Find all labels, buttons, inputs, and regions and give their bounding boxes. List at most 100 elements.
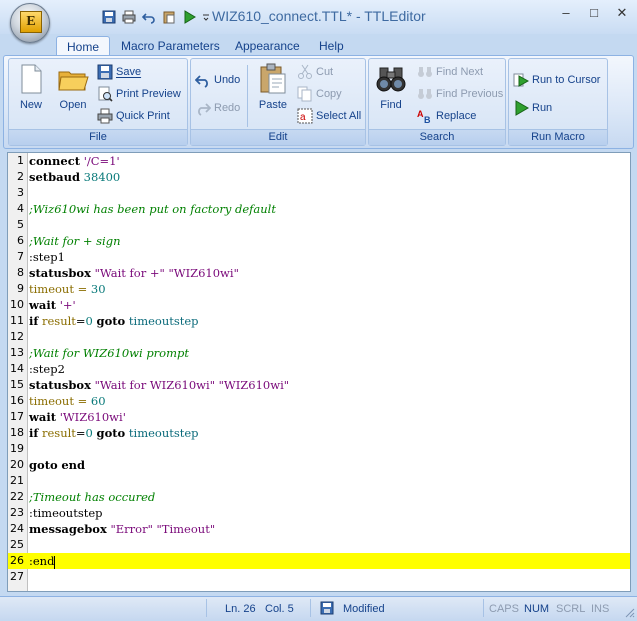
line-number: 9 [17, 282, 24, 295]
find-next-button[interactable]: Find Next [417, 63, 483, 81]
code-line[interactable]: 11 if result=0 goto timeoutstep [8, 313, 630, 329]
application-menu-button[interactable]: E [10, 3, 50, 43]
code-text: if result=0 goto timeoutstep [29, 426, 199, 440]
print-preview-button[interactable]: Print Preview [97, 85, 181, 103]
line-number: 3 [17, 186, 24, 199]
line-number: 23 [10, 506, 24, 519]
code-text: :end [29, 554, 56, 569]
code-text: timeout = 30 [29, 282, 106, 296]
line-number: 16 [10, 394, 24, 407]
code-line[interactable]: 17 wait 'WIZ610wi' [8, 409, 630, 425]
line-number: 17 [10, 410, 24, 423]
tab-home[interactable]: Home [56, 36, 111, 57]
line-number: 12 [10, 330, 24, 343]
code-text: connect '/C=1' [29, 154, 120, 168]
cut-label: Cut [316, 66, 334, 78]
tab-appearance[interactable]: Appearance [225, 36, 310, 56]
code-line[interactable]: 27 [8, 569, 630, 585]
line-number: 21 [10, 474, 24, 487]
save-button[interactable]: Save [97, 63, 141, 81]
paste-button[interactable]: Paste [253, 63, 293, 115]
binoculars-icon [375, 63, 407, 95]
code-line[interactable]: 5 [8, 217, 630, 233]
scissors-icon [297, 64, 313, 80]
file-group-title: File [9, 129, 187, 145]
save-label: Save [116, 66, 142, 78]
undo-icon [194, 72, 211, 88]
minimize-icon[interactable]: – [559, 6, 573, 20]
undo-icon[interactable] [140, 8, 158, 26]
run-button[interactable]: Run [513, 99, 552, 117]
code-line[interactable]: 14:step2 [8, 361, 630, 377]
save-icon[interactable] [100, 8, 118, 26]
code-line[interactable]: 12 [8, 329, 630, 345]
open-button[interactable]: Open [53, 63, 93, 115]
run-to-cursor-button[interactable]: Run to Cursor [513, 71, 600, 89]
code-line[interactable]: 18 if result=0 goto timeoutstep [8, 425, 630, 441]
code-line[interactable]: 21 [8, 473, 630, 489]
replace-button[interactable]: AB Replace [417, 107, 476, 125]
code-line[interactable]: 4 ;Wiz610wi has been put on factory defau… [8, 201, 630, 217]
paste-icon[interactable] [160, 8, 178, 26]
tab-help[interactable]: Help [309, 36, 354, 56]
code-line[interactable]: 19 [8, 441, 630, 457]
code-line[interactable]: 15 statusbox "Wait for WIZ610wi" "WIZ610w… [8, 377, 630, 393]
code-line[interactable]: 22 ;Timeout has occured [8, 489, 630, 505]
code-line[interactable]: 13 ;Wait for WIZ610wi prompt [8, 345, 630, 361]
svg-text:B: B [424, 115, 431, 124]
edit-separator [247, 65, 248, 127]
new-button[interactable]: New [11, 63, 51, 115]
code-line[interactable]: 9 timeout = 30 [8, 281, 630, 297]
modified-icon [320, 601, 334, 617]
code-line[interactable]: 2 setbaud 38400 [8, 169, 630, 185]
svg-text:a: a [300, 112, 306, 123]
redo-label: Redo [214, 102, 241, 114]
line-number: 20 [10, 458, 24, 471]
customize-qat-icon[interactable] [200, 8, 212, 26]
find-next-icon [417, 64, 433, 80]
print-icon[interactable] [120, 8, 138, 26]
code-editor[interactable]: 1 connect '/C=1' 2 setbaud 38400 3 4 ;Wiz610wi… [7, 152, 631, 592]
run-icon[interactable] [180, 8, 198, 26]
find-button[interactable]: Find [371, 63, 411, 115]
run-macro-group: Run to Cursor Run Run Macro [508, 58, 608, 146]
close-icon[interactable]: ✕ [615, 6, 629, 20]
run-to-cursor-label: Run to Cursor [532, 74, 601, 86]
code-line[interactable]: 7:step1 [8, 249, 630, 265]
copy-button[interactable]: Copy [297, 85, 342, 103]
text-cursor [54, 555, 56, 569]
code-text: ;Wait for + sign [29, 234, 121, 248]
code-line[interactable]: 8 statusbox "Wait for +" "WIZ610wi" [8, 265, 630, 281]
quick-print-label: Quick Print [116, 110, 170, 122]
code-line[interactable]: 20 goto end [8, 457, 630, 473]
code-text: :step2 [29, 362, 65, 376]
save-icon [97, 64, 113, 80]
code-line[interactable]: 10 wait '+' [8, 297, 630, 313]
select-all-button[interactable]: a Select All [297, 107, 361, 125]
status-bar: Ln. 26 Col. 5 Modified CAPS NUM SCRL INS [0, 596, 637, 620]
resize-grip-icon[interactable] [623, 606, 635, 618]
code-line[interactable]: 6 ;Wait for + sign [8, 233, 630, 249]
code-text: ;Wiz610wi has been put on factory defaul… [29, 202, 276, 216]
line-number: 15 [10, 378, 24, 391]
code-line[interactable]: 26:end [8, 553, 630, 569]
code-line[interactable]: 23 :timeoutstep [8, 505, 630, 521]
code-line[interactable]: 25 [8, 537, 630, 553]
code-line[interactable]: 1 connect '/C=1' [8, 153, 630, 169]
find-previous-button[interactable]: Find Previous [417, 85, 503, 103]
code-line[interactable]: 24 messagebox "Error" "Timeout" [8, 521, 630, 537]
paste-clipboard-icon [257, 63, 289, 95]
code-line[interactable]: 16 timeout = 60 [8, 393, 630, 409]
tab-macro-parameters[interactable]: Macro Parameters [111, 36, 230, 56]
redo-button[interactable]: Redo [195, 99, 240, 117]
code-line[interactable]: 3 [8, 185, 630, 201]
code-text: :timeoutstep [29, 506, 103, 520]
run-icon [513, 100, 529, 116]
quick-print-button[interactable]: Quick Print [97, 107, 170, 125]
edit-group: Undo Redo Paste Cut Copy a Select All Ed… [190, 58, 366, 146]
find-label: Find [380, 99, 402, 111]
line-number: 5 [17, 218, 24, 231]
undo-button[interactable]: Undo [194, 71, 240, 89]
maximize-icon[interactable]: □ [587, 6, 601, 20]
cut-button[interactable]: Cut [297, 63, 333, 81]
